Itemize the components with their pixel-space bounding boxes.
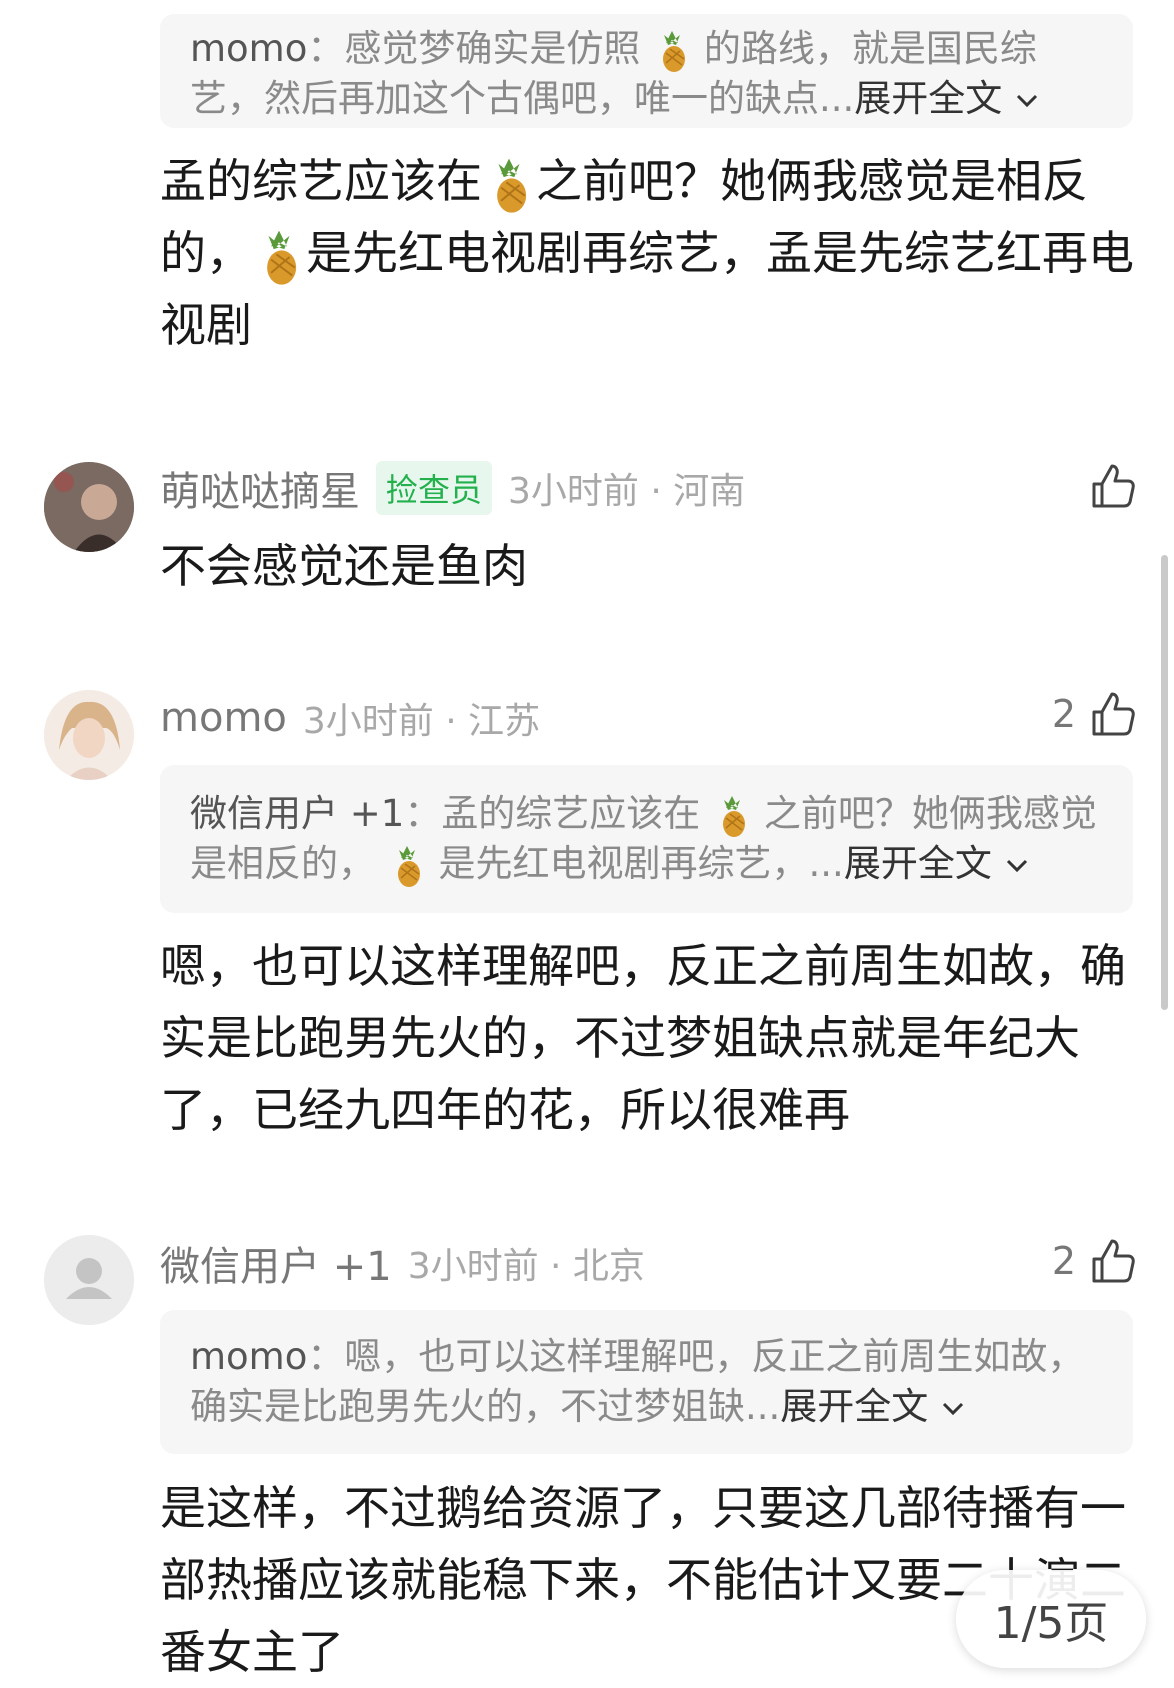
quoted-reply[interactable]: momo：感觉梦确实是仿照 的路线，就是国民综艺，然后再加这个古偶吧，唯一的缺点… xyxy=(160,14,1133,128)
chevron-down-icon xyxy=(1017,94,1038,107)
comment-meta: 3小时前 · 河南 xyxy=(508,471,746,512)
pineapple-emoji xyxy=(723,795,746,837)
like-button[interactable]: 2 xyxy=(1052,684,1136,744)
like-count: 2 xyxy=(1051,1239,1076,1283)
quote-author[interactable]: momo xyxy=(190,1335,307,1378)
quoted-reply[interactable]: momo：嗯，也可以这样理解吧，反正之前周生如故，确实是比跑男先火的，不过梦姐缺… xyxy=(160,1310,1133,1454)
quote-author[interactable]: 微信用户 +1 xyxy=(190,792,404,835)
avatar[interactable] xyxy=(44,462,134,552)
user-silhouette-icon xyxy=(44,1235,134,1325)
page-indicator[interactable]: 1/5页 xyxy=(956,1570,1146,1668)
comment-meta: 3小时前 · 北京 xyxy=(407,1246,645,1287)
thumbs-up-icon xyxy=(1092,464,1135,508)
pineapple-emoji xyxy=(397,845,420,887)
avatar[interactable] xyxy=(44,1235,134,1325)
username[interactable]: momo xyxy=(160,695,287,741)
expand-full-text-link[interactable]: 展开全文 xyxy=(780,1385,966,1428)
like-button[interactable]: 2 xyxy=(1052,1231,1136,1291)
chevron-down-icon xyxy=(1006,859,1027,872)
expand-full-text-link[interactable]: 展开全文 xyxy=(844,842,1030,885)
quoted-reply[interactable]: 微信用户 +1：孟的综艺应该在 之前吧？她俩我感觉是相反的， 是先红电视剧再综艺… xyxy=(160,765,1133,913)
expand-full-text-link[interactable]: 展开全文 xyxy=(854,77,1040,120)
comment-text: 嗯，也可以这样理解吧，反正之前周生如故，确实是比跑男先火的，不过梦姐缺点就是年纪… xyxy=(160,939,1126,1137)
pineapple-emoji xyxy=(267,230,297,285)
username[interactable]: 萌哒哒摘星 xyxy=(160,459,360,517)
pineapple-emoji xyxy=(497,158,527,213)
scrollbar-thumb[interactable] xyxy=(1161,555,1168,1010)
pineapple-emoji xyxy=(663,30,686,72)
thumbs-up-icon xyxy=(1092,692,1135,736)
like-button[interactable] xyxy=(1076,456,1136,516)
avatar[interactable] xyxy=(44,690,134,780)
thumbs-up-icon xyxy=(1092,1239,1135,1283)
username[interactable]: 微信用户 +1 xyxy=(160,1234,392,1292)
comment-meta: 3小时前 · 江苏 xyxy=(302,701,541,742)
quote-author[interactable]: momo xyxy=(190,27,307,70)
like-count: 2 xyxy=(1051,692,1076,736)
comment-text: 不会感觉还是鱼肉 xyxy=(160,539,528,593)
status-badge: 捡查员 xyxy=(376,461,493,515)
scrollbar[interactable] xyxy=(1158,0,1174,1678)
comment-text: 孟的综艺应该在 之前吧？她俩我感觉是相反的， 是先红电视剧再综艺，孟是先综艺红再电视… xyxy=(160,154,1134,352)
chevron-down-icon xyxy=(943,1402,964,1415)
